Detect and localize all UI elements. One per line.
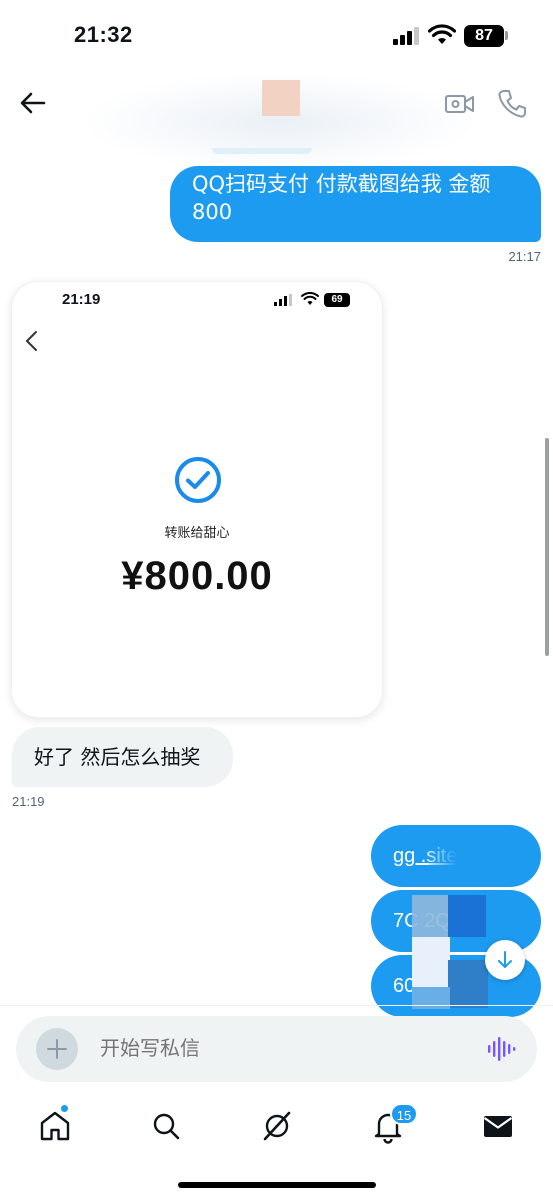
video-call-icon[interactable] [444, 90, 476, 118]
success-check-icon [175, 457, 221, 503]
back-arrow-icon[interactable] [16, 86, 50, 120]
plus-icon [47, 1039, 67, 1059]
phone-icon[interactable] [497, 88, 527, 120]
add-media-button[interactable] [36, 1028, 78, 1070]
battery-indicator: 87 [464, 25, 504, 47]
bottom-navigation [0, 1098, 553, 1154]
transfer-recipient-label: 转账给甜心 [164, 526, 230, 541]
message-composer [16, 1016, 537, 1082]
message-text: QQ扫码支付 付款截图给我 金额800 [192, 172, 491, 224]
status-time: 21:32 [74, 22, 133, 47]
message-input[interactable] [100, 1016, 460, 1082]
conversation-header [0, 72, 553, 172]
wifi-icon [428, 24, 456, 44]
redaction-mask [412, 895, 448, 937]
message-timestamp: 21:17 [508, 249, 541, 264]
status-bar: 21:32 87 [0, 0, 553, 72]
screenshot-time: 21:19 [62, 291, 101, 308]
search-icon[interactable] [148, 1108, 184, 1144]
shared-screenshot[interactable]: 21:19 69 转账给甜心 ¥800.00 [12, 282, 382, 717]
battery-tip [505, 31, 508, 40]
grok-icon[interactable] [259, 1108, 295, 1144]
avatar-glow [212, 148, 312, 154]
home-unread-dot [60, 1104, 69, 1113]
messages-envelope-icon[interactable] [480, 1108, 516, 1144]
message-text: 好了 然后怎么抽奖 [34, 745, 201, 769]
screenshot-signal-icon [274, 294, 292, 306]
home-icon[interactable] [37, 1108, 73, 1144]
divider [0, 1005, 553, 1006]
signal-icon [393, 27, 419, 45]
incoming-message[interactable]: 好了 然后怎么抽奖 [12, 727, 233, 787]
voice-message-icon[interactable] [486, 1036, 516, 1062]
screenshot-back-chevron-icon [26, 331, 37, 351]
message-timestamp: 21:19 [12, 794, 45, 809]
redaction-mask [428, 827, 476, 885]
redaction-mask [448, 960, 488, 1008]
avatar[interactable] [262, 80, 300, 116]
transfer-amount: ¥800.00 [121, 554, 273, 598]
home-indicator[interactable] [178, 1182, 376, 1188]
scroll-to-bottom-button[interactable] [485, 940, 525, 980]
scrollbar[interactable] [545, 438, 549, 656]
screenshot-wifi-icon [301, 292, 319, 305]
redaction-mask [412, 937, 450, 987]
redaction-mask [448, 895, 486, 937]
notifications-badge: 15 [390, 1103, 418, 1125]
arrow-down-icon [498, 951, 512, 968]
screenshot-battery: 69 [324, 293, 350, 307]
outgoing-message[interactable]: QQ扫码支付 付款截图给我 金额800 [170, 166, 541, 242]
